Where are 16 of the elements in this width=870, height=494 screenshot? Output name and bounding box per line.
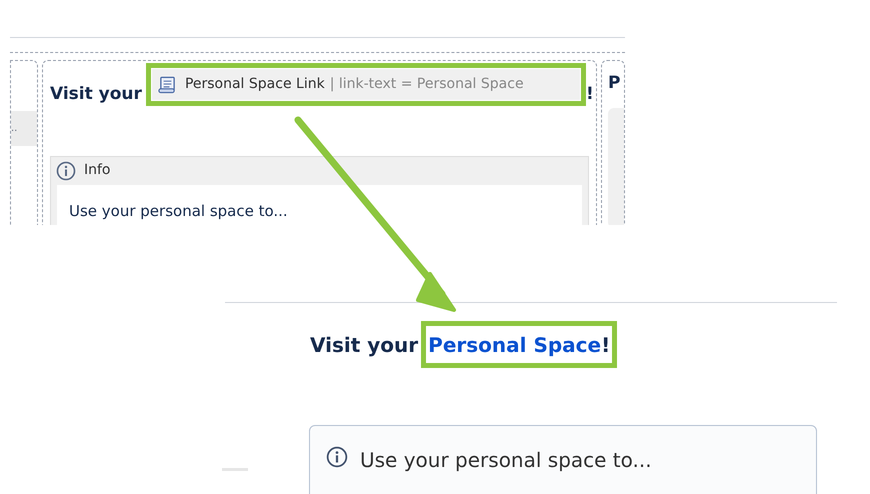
scroll-icon bbox=[158, 76, 177, 94]
heading-text: P bbox=[608, 72, 622, 95]
macro-chip[interactable]: Personal Space Link | link-text = Personal Space bbox=[152, 69, 580, 100]
macro-params: | link-text = Personal Space bbox=[330, 75, 524, 94]
macro-title: Personal Space Link bbox=[184, 75, 325, 94]
panel-text: Use your personal space to... bbox=[69, 202, 288, 220]
personal-space-link[interactable]: Personal Space bbox=[428, 330, 602, 360]
info-icon bbox=[326, 446, 348, 468]
heading-text: ! bbox=[601, 332, 610, 358]
heading-text: ! bbox=[586, 83, 594, 106]
heading-text: Visit your bbox=[310, 332, 420, 358]
info-icon bbox=[56, 160, 76, 180]
heading-text: Visit your bbox=[50, 83, 143, 106]
toolbar-button[interactable]: .. bbox=[11, 111, 37, 146]
panel-text: Use your personal space to... bbox=[360, 447, 652, 474]
panel-title: Info bbox=[84, 161, 110, 180]
